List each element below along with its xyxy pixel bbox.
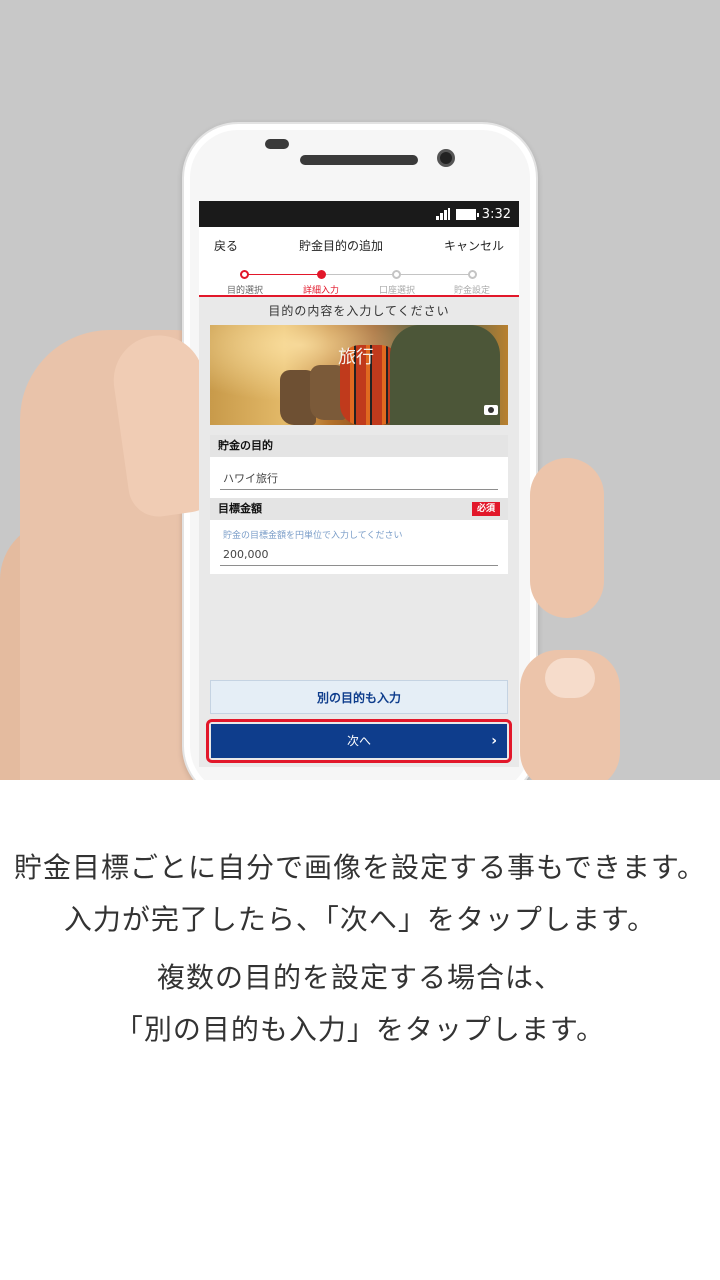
- step-label-3: 口座選択: [378, 286, 415, 296]
- phone-sensor: [265, 139, 289, 149]
- amount-field: 貯金の目標金額を円単位で入力してください: [210, 519, 508, 574]
- phone-camera: [437, 149, 455, 167]
- status-time: 3:32: [481, 206, 511, 222]
- required-badge: 必須: [471, 501, 500, 516]
- battery-icon: [455, 208, 479, 220]
- tutorial-illustration: 3:32 戻る 貯金目的の追加 キャンセル 目的選択 詳細入力 口座選択 貯金設…: [0, 0, 720, 780]
- step-dot-1: [240, 270, 249, 279]
- amount-header-label: 目標金額: [218, 501, 262, 515]
- purpose-field: [210, 457, 508, 498]
- amount-hint: 貯金の目標金額を円単位で入力してください: [223, 530, 403, 541]
- step-label-4: 貯金設定: [453, 286, 490, 296]
- phone-screen: 3:32 戻る 貯金目的の追加 キャンセル 目的選択 詳細入力 口座選択 貯金設…: [199, 201, 519, 767]
- purpose-header: 貯金の目的: [210, 435, 508, 457]
- caption-line-2: 入力が完了したら、「次へ」をタップします。: [63, 903, 657, 936]
- purpose-input[interactable]: [220, 467, 498, 490]
- caption-line-1: 貯金目標ごとに自分で画像を設定する事もできます。: [13, 851, 707, 884]
- step-label-1: 目的選択: [226, 286, 263, 296]
- instruction-text: 目的の内容を入力してください: [268, 304, 450, 318]
- purpose-header-label: 貯金の目的: [218, 439, 273, 452]
- amount-header: 目標金額 必須: [210, 497, 508, 520]
- signal-icon: [435, 208, 450, 220]
- goal-photo[interactable]: 旅行: [210, 325, 508, 425]
- step-indicator: 目的選択 詳細入力 口座選択 貯金設定: [199, 263, 519, 297]
- photo-label: 旅行: [338, 347, 374, 368]
- amount-input[interactable]: [220, 543, 498, 566]
- hand-finger-upper: [530, 458, 604, 618]
- phone-speaker: [300, 155, 418, 165]
- camera-icon[interactable]: [484, 405, 498, 415]
- status-bar: 3:32: [199, 201, 519, 227]
- caption-line-4: 「別の目的も入力」をタップします。: [114, 1013, 606, 1046]
- chevron-right-icon: ›: [491, 733, 497, 749]
- next-button[interactable]: 次へ ›: [211, 724, 507, 758]
- next-button-label: 次へ: [346, 734, 371, 748]
- fingernail: [545, 658, 595, 698]
- step-dot-4: [468, 270, 477, 279]
- back-button[interactable]: 戻る: [214, 237, 238, 254]
- cancel-button[interactable]: キャンセル: [444, 237, 504, 254]
- add-another-goal-button[interactable]: 別の目的も入力: [210, 680, 508, 714]
- step-dot-3: [392, 270, 401, 279]
- step-label-2: 詳細入力: [302, 286, 339, 296]
- page-title: 貯金目的の追加: [298, 238, 383, 253]
- caption-line-3: 複数の目的を設定する場合は、: [156, 961, 563, 994]
- caption: 貯金目標ごとに自分で画像を設定する事もできます。 入力が完了したら、「次へ」をタ…: [0, 842, 720, 1056]
- nav-bar: 戻る 貯金目的の追加 キャンセル: [199, 227, 519, 263]
- step-dot-2: [317, 270, 326, 279]
